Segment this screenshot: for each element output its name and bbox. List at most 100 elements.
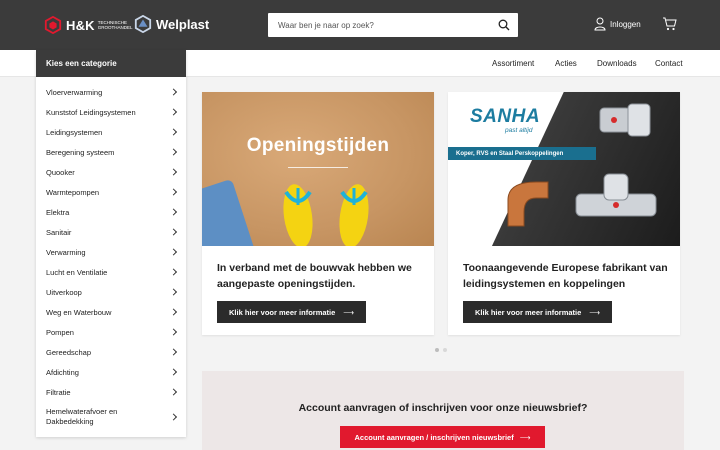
chevron-right-icon [169,128,178,136]
nav-assortiment[interactable]: Assortiment [492,59,534,68]
search-input[interactable] [268,13,488,37]
category-item-kunststof-leidingsystemen[interactable]: Kunststof Leidingsystemen [36,102,186,122]
chevron-right-icon [169,268,178,276]
category-item-vloerverwarming[interactable]: Vloerverwarming [36,82,186,102]
category-label: Hemelwaterafvoer en Dakbedekking [46,407,118,426]
carousel-dots [435,348,447,352]
category-item-sanitair[interactable]: Sanitair [36,222,186,242]
chevron-right-icon [169,288,178,296]
openingstijden-image-text: Openingstijden [246,135,390,156]
image-divider [288,167,348,168]
cart-icon[interactable] [662,17,677,31]
user-icon [594,17,606,31]
more-info-button[interactable]: Klik hier voor meer informatie ⟶ [217,301,367,323]
chevron-right-icon [169,188,178,196]
arrow-right-icon: ⟶ [589,307,601,317]
hk-logo-name: H&K [66,17,95,33]
welplast-logo[interactable]: Welplast [134,15,209,33]
chevron-right-icon [169,228,178,236]
sanha-brand-text: SANHA [470,106,541,127]
category-item-quooker[interactable]: Quooker [36,162,186,182]
arrow-right-icon: ⟶ [519,432,531,442]
button-label: Klik hier voor meer informatie [475,307,582,317]
category-label: Vloerverwarming [46,87,103,97]
chevron-right-icon [169,168,178,176]
category-item-elektra[interactable]: Elektra [36,202,186,222]
category-label: Filtratie [46,387,71,397]
category-item-afdichting[interactable]: Afdichting [36,362,186,382]
promo-image-sanha[interactable]: SANHA past altijd Koper, RVS en Staal Pe… [448,92,680,246]
search-icon[interactable] [498,19,510,31]
category-item-beregening-systeem[interactable]: Beregening systeem [36,142,186,162]
chevron-right-icon [169,348,178,356]
more-info-button[interactable]: Klik hier voor meer informatie ⟶ [463,301,613,323]
category-label: Beregening systeem [46,147,115,157]
top-header: H&K Technische Groothandel Welplast Inlo… [0,0,720,50]
category-panel: Kies een categorie Vloerverwarming Kunst… [36,50,186,437]
category-label: Elektra [46,207,70,217]
button-label: Account aanvragen / inschrijven nieuwsbr… [354,432,514,442]
welplast-logo-name: Welplast [156,16,210,32]
sanha-banner: Koper, RVS en Staal Perskoppelingen [448,147,596,160]
newsletter-section: Account aanvragen of inschrijven voor on… [202,371,684,450]
category-item-uitverkoop[interactable]: Uitverkoop [36,282,186,302]
hk-logo[interactable]: H&K Technische Groothandel [44,15,133,35]
login-label: Inloggen [610,19,641,29]
chevron-right-icon [169,328,178,336]
arrow-right-icon: ⟶ [343,307,355,317]
category-label: Leidingsystemen [46,127,103,137]
chevron-right-icon [169,248,178,256]
category-list: Vloerverwarming Kunststof Leidingsysteme… [36,77,186,432]
category-label: Gereedschap [46,347,92,357]
category-label: Warmtepompen [46,187,100,197]
category-item-verwarming[interactable]: Verwarming [36,242,186,262]
category-item-weg-en-waterbouw[interactable]: Weg en Waterbouw [36,302,186,322]
carousel-dot[interactable] [443,348,447,352]
category-heading: Kies een categorie [36,50,186,77]
sand-background: Openingstijden [202,92,434,246]
card-title: In verband met de bouwvak hebben we aang… [217,262,412,290]
welplast-logo-icon [134,15,152,33]
sanha-tagline: past altijd [505,127,533,134]
sanha-background: SANHA past altijd Koper, RVS en Staal Pe… [448,92,680,246]
chevron-right-icon [169,208,178,216]
nav-acties[interactable]: Acties [555,59,577,68]
hk-logo-icon [44,16,62,34]
category-item-leidingsystemen[interactable]: Leidingsystemen [36,122,186,142]
category-item-filtratie[interactable]: Filtratie [36,382,186,402]
category-item-hemelwaterafvoer-en-dakbedekking[interactable]: Hemelwaterafvoer en Dakbedekking [36,402,186,432]
category-item-warmtepompen[interactable]: Warmtepompen [36,182,186,202]
chevron-right-icon [169,88,178,96]
category-label: Quooker [46,167,75,177]
category-label: Weg en Waterbouw [46,307,112,317]
promo-card-sanha: SANHA past altijd Koper, RVS en Staal Pe… [448,92,680,335]
button-label: Klik hier voor meer informatie [229,307,336,317]
category-label: Afdichting [46,367,79,377]
promo-card-openingstijden: Openingstijden In verband met de bouwvak… [202,92,434,335]
card-title: Toonaangevende Europese fabrikant van le… [463,262,668,290]
nav-downloads[interactable]: Downloads [597,59,637,68]
nav-contact[interactable]: Contact [655,59,683,68]
category-label: Kunststof Leidingsystemen [46,107,136,117]
category-item-pompen[interactable]: Pompen [36,322,186,342]
category-label: Sanitair [46,227,72,237]
newsletter-title: Account aanvragen of inschrijven voor on… [298,402,588,414]
category-label: Lucht en Ventilatie [46,267,108,277]
newsletter-signup-button[interactable]: Account aanvragen / inschrijven nieuwsbr… [340,426,545,448]
login-button[interactable]: Inloggen [594,17,641,31]
category-label: Verwarming [46,247,86,257]
category-item-lucht-en-ventilatie[interactable]: Lucht en Ventilatie [36,262,186,282]
category-label: Pompen [46,327,74,337]
carousel-dot[interactable] [435,348,439,352]
chevron-right-icon [169,308,178,316]
chevron-right-icon [169,413,178,421]
hk-logo-subtitle: Technische Groothandel [97,20,133,30]
chevron-right-icon [169,368,178,376]
chevron-right-icon [169,388,178,396]
flip-flops-illustration [202,180,369,246]
chevron-right-icon [169,108,178,116]
search-box [268,13,518,37]
category-item-gereedschap[interactable]: Gereedschap [36,342,186,362]
category-label: Uitverkoop [46,287,82,297]
promo-image-beach[interactable]: Openingstijden [202,92,434,246]
